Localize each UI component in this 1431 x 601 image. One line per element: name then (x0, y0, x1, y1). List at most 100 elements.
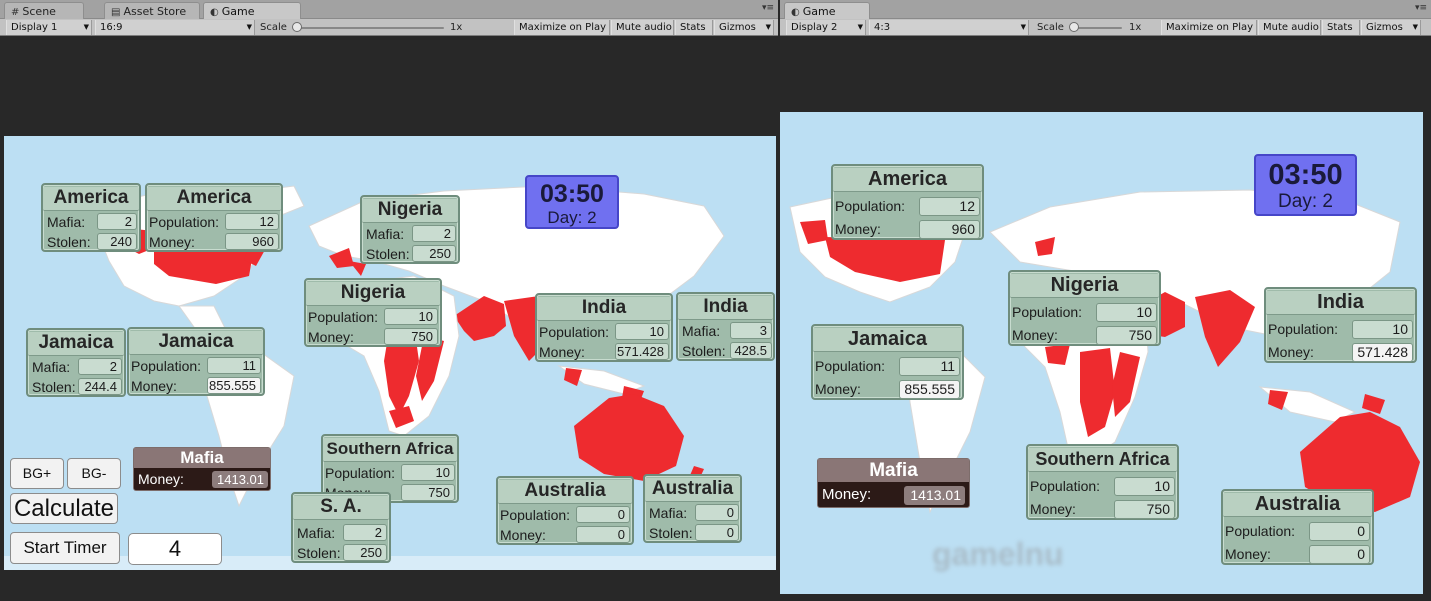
region-title: America (43, 187, 139, 211)
gizmos-dropdown[interactable]: Gizmos ▼ (714, 20, 774, 35)
display-label: Display 1 (11, 22, 58, 33)
region-title: Jamaica (813, 328, 962, 352)
chevron-down-icon: ▼ (1020, 23, 1026, 31)
mute-audio-toggle[interactable]: Mute audio (611, 20, 674, 35)
display-dropdown[interactable]: Display 1 ▼ (6, 20, 92, 35)
display-label: Display 2 (791, 22, 838, 33)
scale-slider[interactable] (296, 27, 444, 29)
field-label: Population: (500, 507, 571, 523)
mafia-value: 2 (412, 225, 456, 242)
field-label: Money: (1012, 327, 1058, 343)
money-value: 960 (225, 233, 279, 250)
field-label: Mafia: (682, 323, 721, 339)
store-icon: ▤ (111, 7, 121, 18)
stats-toggle[interactable]: Stats (1322, 20, 1360, 35)
stats-toggle[interactable]: Stats (675, 20, 713, 35)
aspect-dropdown[interactable]: 4:3 ▼ (869, 20, 1029, 35)
field-label: Money: (1030, 501, 1076, 517)
pane-menu-icon[interactable]: ▾≡ (762, 3, 774, 13)
timer-input[interactable]: 4 (128, 533, 222, 565)
watermark-logo: gamelnu (932, 536, 1064, 572)
field-label: Mafia: (32, 359, 71, 375)
region-panel-india: India Population: 10 Money: 571.428 (535, 293, 673, 362)
money-value: 571.428 (1352, 343, 1413, 362)
field-label: Population: (1268, 321, 1339, 337)
display-dropdown[interactable]: Display 2 ▼ (786, 20, 866, 35)
region-panel-america-mafia: America Mafia: 2 Stolen: 240 (41, 183, 141, 252)
calculate-button[interactable]: Calculate (10, 493, 118, 524)
game-icon: ◐ (791, 7, 800, 18)
tab-game[interactable]: ◐ Game (203, 2, 301, 19)
field-label: Population: (149, 214, 220, 230)
field-label: Money: (1225, 546, 1271, 562)
tab-label: Scene (22, 5, 56, 18)
population-value: 10 (401, 464, 455, 481)
timer-time: 03:50 (1268, 159, 1343, 191)
maximize-on-play-toggle[interactable]: Maximize on Play (1161, 20, 1257, 35)
region-title: Southern Africa (1028, 448, 1177, 472)
tab-label: Asset Store (123, 5, 187, 18)
population-value: 10 (1352, 320, 1413, 339)
region-panel-jamaica: Jamaica Population: 11 Money: 855.555 (811, 324, 964, 400)
region-title: America (833, 168, 982, 192)
game-viewport: 03:50 Day: 2 America Population: 12 Mone… (780, 112, 1423, 594)
population-value: 11 (207, 357, 261, 374)
pane-menu-icon[interactable]: ▾≡ (1415, 3, 1427, 13)
stolen-value: 244.4 (78, 378, 122, 395)
start-timer-button[interactable]: Start Timer (10, 532, 120, 564)
population-value: 10 (1096, 303, 1157, 322)
bg-minus-button[interactable]: BG- (67, 458, 121, 489)
field-label: Money: (539, 344, 585, 360)
field-label: Population: (308, 309, 379, 325)
chevron-down-icon: ▼ (765, 23, 771, 31)
field-label: Population: (131, 358, 202, 374)
game-icon: ◐ (210, 7, 219, 18)
scene-icon: # (11, 7, 20, 18)
mafia-money-value: 1413.01 (904, 486, 965, 505)
timer-display: 03:50 Day: 2 (1254, 154, 1357, 216)
mafia-title: Mafia (818, 459, 969, 482)
field-label: Population: (325, 465, 396, 481)
mafia-panel: Mafia Money: 1413.01 (817, 458, 970, 508)
scale-slider-thumb[interactable] (292, 22, 302, 32)
aspect-label: 16:9 (100, 22, 123, 33)
timer-day: Day: 2 (547, 208, 597, 227)
scale-slider-thumb[interactable] (1069, 22, 1079, 32)
money-value: 960 (919, 220, 980, 239)
region-title: Australia (645, 478, 740, 502)
region-title: Jamaica (129, 331, 263, 355)
scale-slider[interactable] (1074, 27, 1122, 29)
tab-game[interactable]: ◐ Game (784, 2, 870, 19)
bg-plus-button[interactable]: BG+ (10, 458, 64, 489)
aspect-dropdown[interactable]: 16:9 ▼ (95, 20, 255, 35)
population-value: 12 (919, 197, 980, 216)
money-value: 571.428 (615, 343, 669, 360)
region-panel-jamaica-mafia: Jamaica Mafia: 2 Stolen: 244.4 (26, 328, 126, 397)
population-value: 10 (1114, 477, 1175, 496)
gizmos-dropdown[interactable]: Gizmos ▼ (1361, 20, 1421, 35)
field-label: Population: (539, 324, 610, 340)
mafia-value: 2 (78, 358, 122, 375)
field-label: Money: (500, 527, 546, 543)
game-view-right: ◐ Game ▾≡ Display 2 ▼ 4:3 ▼ Scale 1x Maximi… (780, 0, 1431, 601)
field-label: Money: (131, 378, 177, 394)
mafia-value: 3 (730, 322, 772, 339)
region-title: India (1266, 291, 1415, 315)
mafia-money-value: 1413.01 (212, 471, 268, 488)
maximize-on-play-toggle[interactable]: Maximize on Play (514, 20, 610, 35)
tab-scene[interactable]: # Scene (4, 2, 84, 19)
field-label: Money: (835, 221, 881, 237)
chevron-down-icon: ▼ (857, 23, 863, 31)
mafia-value: 2 (343, 524, 387, 541)
mafia-panel: Mafia Money: 1413.01 (133, 447, 271, 491)
scale-value: 1x (450, 22, 463, 33)
tab-asset-store[interactable]: ▤ Asset Store (104, 2, 200, 19)
region-title: India (537, 297, 671, 321)
region-panel-australia: Australia Population: 0 Money: 0 (496, 476, 634, 545)
field-label: Stolen: (649, 525, 693, 541)
mute-audio-toggle[interactable]: Mute audio (1258, 20, 1321, 35)
mafia-money-label: Money: (822, 486, 872, 503)
region-title: Jamaica (28, 332, 124, 356)
tab-bar: ◐ Game ▾≡ (780, 0, 1431, 19)
scale-label: Scale (260, 22, 287, 33)
